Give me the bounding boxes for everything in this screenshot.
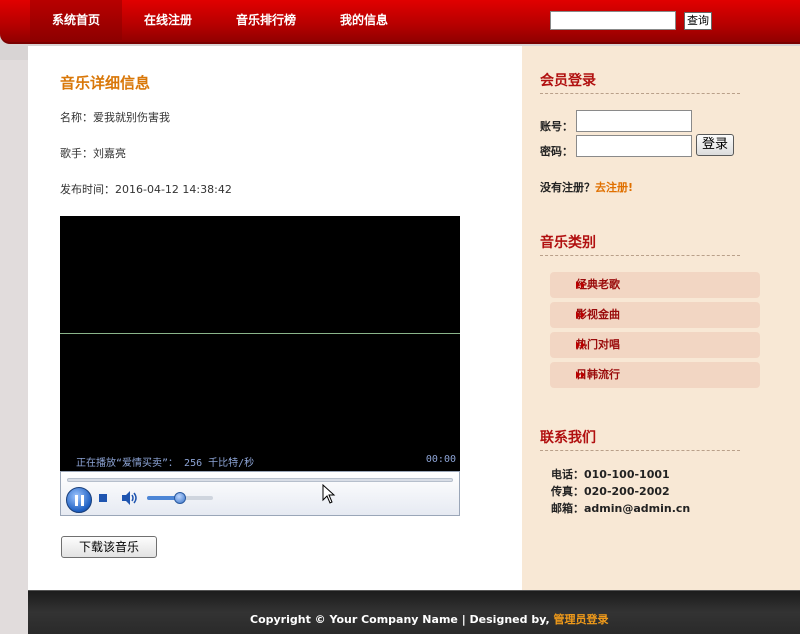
footer: Copyright © Your Company Name | Designed… [28, 590, 800, 634]
double-arrow-icon [576, 311, 585, 319]
account-label: 账号： [540, 120, 573, 133]
seek-bar[interactable] [67, 478, 453, 482]
page-title: 音乐详细信息 [60, 74, 151, 92]
category-item-jk-pop[interactable]: 日韩流行 [550, 362, 760, 388]
main-content: 音乐详细信息 名称：爱我就别伤害我 歌手：刘嘉亮 发布时间：2016-04-12… [28, 46, 522, 590]
search-input[interactable] [550, 11, 676, 30]
player-status-text: 正在播放“爱情买卖”： 256 千比特/秒 [76, 458, 255, 469]
login-button[interactable]: 登录 [696, 134, 734, 156]
register-link[interactable]: 去注册! [595, 181, 633, 194]
top-nav-bar: 系统首页 在线注册 音乐排行榜 我的信息 查询 [0, 0, 800, 44]
category-section-title: 音乐类别 [540, 232, 740, 256]
search-button[interactable]: 查询 [684, 12, 712, 30]
volume-icon[interactable] [121, 490, 139, 506]
admin-login-link[interactable]: 管理员登录 [554, 613, 609, 626]
song-name: 名称：爱我就别伤害我 [60, 111, 170, 124]
nav-item-home[interactable]: 系统首页 [30, 0, 123, 40]
volume-slider[interactable] [147, 492, 213, 504]
nav-item-register[interactable]: 在线注册 [122, 0, 214, 40]
contact-email: 邮箱：admin@admin.cn [551, 502, 691, 515]
double-arrow-icon [576, 371, 585, 379]
category-item-film[interactable]: 影视金曲 [550, 302, 760, 328]
mouse-cursor-icon [322, 484, 336, 504]
footer-copyright: Copyright © Your Company Name | Designed… [250, 611, 609, 627]
main-nav: 系统首页 在线注册 音乐排行榜 我的信息 [30, 0, 410, 40]
download-button[interactable]: 下载该音乐 [61, 536, 157, 558]
sidebar: 会员登录 账号： 密码： 登录 没有注册？去注册! 音乐类别 经典老歌 影视金曲… [522, 46, 800, 590]
register-prompt-text: 没有注册？ [540, 181, 595, 194]
visualizer-line [60, 333, 460, 334]
double-arrow-icon [576, 281, 585, 289]
song-publish-time: 发布时间：2016-04-12 14:38:42 [60, 183, 232, 196]
account-input[interactable] [576, 110, 692, 132]
contact-fax: 传真：020-200-2002 [551, 485, 670, 498]
double-arrow-icon [576, 341, 585, 349]
footer-copyright-text: Copyright © Your Company Name | Designed… [250, 613, 554, 626]
nav-item-ranking[interactable]: 音乐排行榜 [214, 0, 318, 40]
password-label: 密码： [540, 145, 573, 158]
pause-button[interactable] [66, 487, 92, 513]
pause-icon [74, 494, 78, 506]
song-singer: 歌手：刘嘉亮 [60, 147, 126, 160]
player-time: 00:00 [425, 454, 456, 465]
category-item-classic[interactable]: 经典老歌 [550, 272, 760, 298]
player-controls [60, 471, 460, 516]
contact-phone: 电话：010-100-1001 [551, 468, 670, 481]
login-section-title: 会员登录 [540, 70, 740, 94]
register-prompt: 没有注册？去注册! [540, 179, 633, 195]
category-item-duet[interactable]: 热门对唱 [550, 332, 760, 358]
password-input[interactable] [576, 135, 692, 157]
nav-item-my-info[interactable]: 我的信息 [318, 0, 410, 40]
pause-icon-bar [80, 494, 84, 506]
media-player[interactable]: 正在播放“爱情买卖”： 256 千比特/秒 00:00 [60, 216, 460, 516]
stop-button[interactable] [99, 494, 107, 502]
volume-handle[interactable] [174, 492, 186, 504]
contact-section-title: 联系我们 [540, 427, 740, 451]
